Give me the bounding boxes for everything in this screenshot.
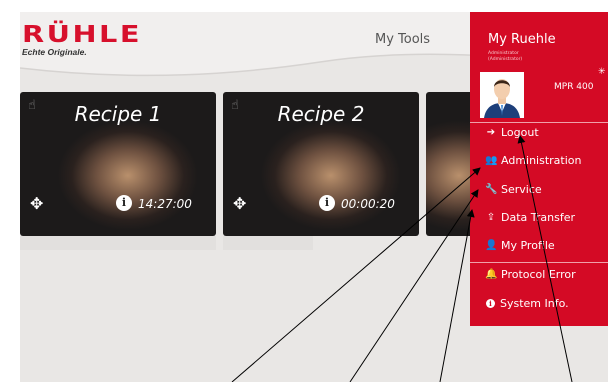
recipe-title: Recipe 2 <box>277 102 365 126</box>
menu-item-data-transfer[interactable]: ⇪ Data Transfer <box>485 211 575 224</box>
language-flag-icon[interactable]: ✳ <box>598 67 606 77</box>
user-role-secondary: (Administrator) <box>488 57 523 62</box>
menu-item-administration[interactable]: 👥 Administration <box>485 154 582 167</box>
user-name: My Ruehle <box>488 32 556 47</box>
menu-item-logout[interactable]: ➔ Logout <box>485 126 539 139</box>
menu-divider <box>470 262 608 263</box>
move-icon[interactable]: ✥ <box>233 194 246 213</box>
recipe-time: 14:27:00 <box>138 197 192 211</box>
menu-item-label: Protocol Error <box>501 268 576 281</box>
menu-item-label: Administration <box>501 154 582 167</box>
menu-item-label: Service <box>501 183 542 196</box>
wrench-icon: 🔧 <box>485 184 498 195</box>
machine-model: MPR 400 <box>554 82 594 92</box>
upload-icon: ⇪ <box>486 212 496 223</box>
logout-icon: ➔ <box>486 127 496 138</box>
user-icon: 👤 <box>485 240 498 251</box>
menu-item-my-profile[interactable]: 👤 My Profile <box>485 239 555 252</box>
recipe-title: Recipe 1 <box>74 102 162 126</box>
move-icon[interactable]: ✥ <box>30 194 43 213</box>
user-role: Administrator <box>488 51 519 56</box>
logo-tagline: Echte Originale. <box>22 47 87 57</box>
menu-item-label: System Info. <box>500 297 569 310</box>
bell-icon: 🔔 <box>485 269 498 280</box>
info-icon[interactable]: i <box>116 195 132 211</box>
menu-item-system-info[interactable]: i System Info. <box>485 297 569 310</box>
menu-item-label: Data Transfer <box>501 211 575 224</box>
card-shadow <box>223 236 313 250</box>
user-menu: My Ruehle Administrator (Administrator) … <box>470 12 608 326</box>
info-icon[interactable]: i <box>319 195 335 211</box>
logo-wordmark: RÜHLE <box>22 22 143 48</box>
card-shadow <box>20 236 216 250</box>
recipe-card[interactable]: ☝ Recipe 2 ✥ i 00:00:20 <box>223 92 419 236</box>
recipe-card[interactable]: ☝ Recipe 1 ✥ i 14:27:00 <box>20 92 216 236</box>
ruhle-logo: RÜHLE Echte Originale. <box>22 24 140 58</box>
menu-item-service[interactable]: 🔧 Service <box>485 183 542 196</box>
recipe-time: 00:00:20 <box>341 197 395 211</box>
menu-item-label: My Profile <box>501 239 555 252</box>
menu-divider <box>470 122 608 123</box>
menu-item-label: Logout <box>501 126 539 139</box>
avatar <box>480 72 524 118</box>
page-title[interactable]: My Tools <box>375 32 430 47</box>
info-icon: i <box>486 299 495 308</box>
users-icon: 👥 <box>485 155 498 166</box>
menu-item-protocol-error[interactable]: 🔔 Protocol Error <box>485 268 576 281</box>
